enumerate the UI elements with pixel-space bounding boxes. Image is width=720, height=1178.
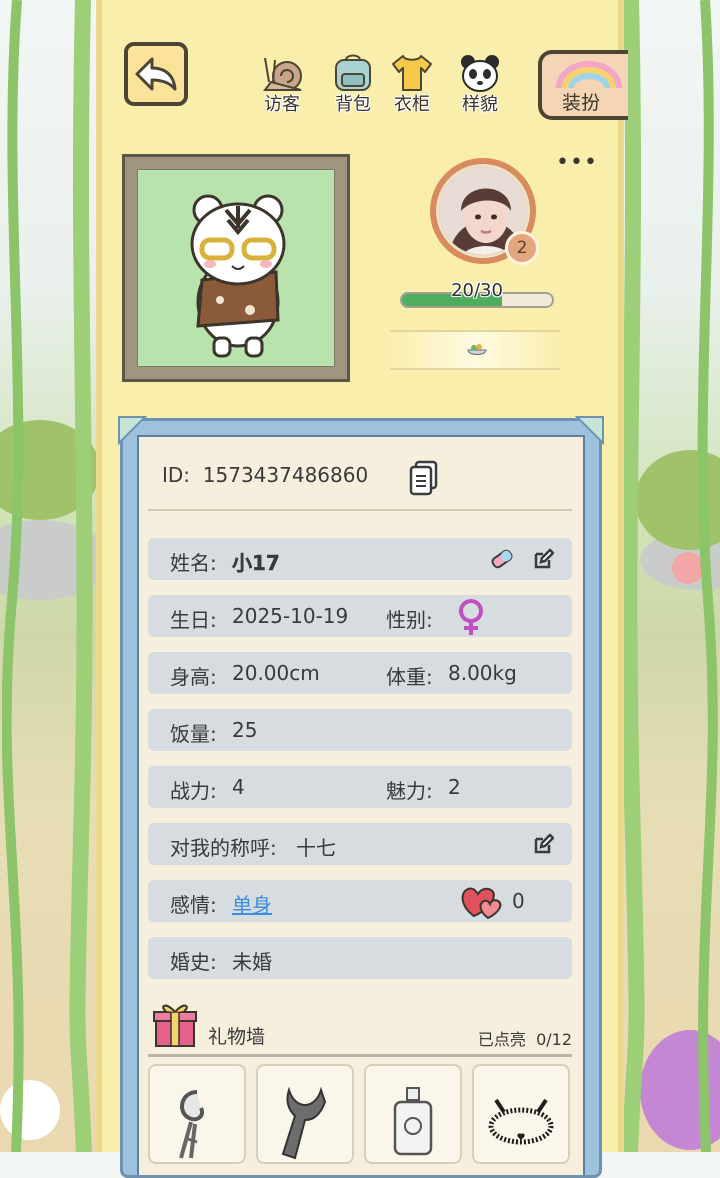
hearts-icon <box>461 887 502 920</box>
edit-icon[interactable] <box>532 833 554 855</box>
height-value: 20.00cm <box>232 661 320 685</box>
gift-slot[interactable] <box>148 1064 246 1164</box>
relationship-label: 感情: <box>170 893 217 917</box>
birthday-label: 生日: <box>170 608 217 632</box>
id-row: ID: 1573437486860 <box>162 463 368 487</box>
weight-label: 体重: <box>386 665 433 689</box>
gift-slot[interactable] <box>256 1064 354 1164</box>
female-icon <box>459 599 483 635</box>
hearts-count: 0 <box>512 889 525 913</box>
dress-up-label: 装扮 <box>562 92 601 114</box>
bracelet-icon <box>488 1098 554 1145</box>
panda-icon <box>461 55 499 92</box>
back-button[interactable] <box>124 42 188 106</box>
copy-icon[interactable] <box>408 460 438 496</box>
left-vine-inner <box>69 0 93 1152</box>
marriage-label: 婚史: <box>170 950 217 974</box>
right-vine <box>697 0 718 1152</box>
nav-appearance-label: 样貌 <box>462 94 498 115</box>
gift-wall-header: 礼物墙 已点亮 0/12 <box>148 1000 572 1056</box>
nav-wardrobe[interactable]: 衣柜 <box>382 52 442 116</box>
nav-appearance[interactable]: 样貌 <box>450 52 510 116</box>
gift-lit-count: 0/12 <box>536 1030 572 1049</box>
gift-wall-title: 礼物墙 <box>208 1026 266 1048</box>
scarf-icon <box>281 1086 327 1160</box>
more-options-button[interactable]: ••• <box>556 150 598 175</box>
nav-visitors-label: 访客 <box>264 94 300 115</box>
id-label: ID: <box>162 463 191 487</box>
gift-box-icon <box>153 1004 197 1047</box>
pet-portrait-frame <box>122 154 350 382</box>
combat-value: 4 <box>232 775 245 799</box>
relationship-row: 感情: 单身 0 <box>148 880 572 922</box>
backpack-icon <box>335 54 371 91</box>
birthday-value: 2025-10-19 <box>232 604 349 628</box>
gift-lit-label: 已点亮 <box>477 1030 526 1049</box>
name-label: 姓名: <box>170 551 217 575</box>
gender-label: 性别: <box>386 608 433 632</box>
nav-visitors[interactable]: 访客 <box>252 52 312 116</box>
divider <box>148 509 572 511</box>
height-weight-row: 身高: 20.00cm 体重: 8.00kg <box>148 652 572 694</box>
combat-charm-row: 战力: 4 魅力: 2 <box>148 766 572 808</box>
nickname-value: 十七 <box>296 836 336 860</box>
appetite-label: 饭量: <box>170 722 217 746</box>
level-badge: 2 <box>505 231 539 265</box>
snail-icon <box>263 57 302 91</box>
pet-portrait <box>137 169 335 367</box>
charm-value: 2 <box>448 775 461 799</box>
name-row: 姓名: 小17 <box>148 538 572 580</box>
stamina-text: 20/30 <box>451 280 503 301</box>
combat-label: 战力: <box>170 779 217 803</box>
gift-slot[interactable] <box>364 1064 462 1164</box>
appetite-value: 25 <box>232 718 258 742</box>
marriage-row: 婚史: 未婚 <box>148 937 572 979</box>
weight-value: 8.00kg <box>448 661 517 685</box>
back-arrow-icon <box>135 57 177 91</box>
card-corner-decoration <box>118 416 147 445</box>
nav-wardrobe-label: 衣柜 <box>394 94 430 115</box>
gift-slot[interactable] <box>472 1064 570 1164</box>
name-value: 小17 <box>232 551 280 575</box>
id-value: 1573437486860 <box>202 463 369 487</box>
gift-wall-count: 已点亮 0/12 <box>478 1026 572 1050</box>
bouquet-icon <box>179 1090 204 1159</box>
nav-backpack-label: 背包 <box>335 94 371 115</box>
nickname-row: 对我的称呼: 十七 <box>148 823 572 865</box>
height-label: 身高: <box>170 665 217 689</box>
card-corner-decoration <box>575 416 604 445</box>
edit-icon[interactable] <box>532 548 554 570</box>
divider <box>148 1054 572 1057</box>
appetite-row: 饭量: 25 <box>148 709 572 751</box>
relationship-link[interactable]: 单身 <box>232 889 272 918</box>
marriage-value: 未婚 <box>232 950 272 974</box>
charm-label: 魅力: <box>386 779 433 803</box>
tshirt-icon <box>392 55 432 91</box>
color-eraser-icon[interactable] <box>490 548 514 570</box>
perfume-icon <box>393 1087 433 1156</box>
nav-backpack[interactable]: 背包 <box>323 52 383 116</box>
left-vine <box>2 0 24 1152</box>
food-strip <box>390 330 560 370</box>
food-bowl-icon <box>467 344 487 355</box>
white-tiger-pet <box>190 194 286 358</box>
nickname-label: 对我的称呼: <box>170 836 277 860</box>
dress-up-button[interactable]: 装扮 <box>538 50 628 120</box>
birthday-gender-row: 生日: 2025-10-19 性别: <box>148 595 572 637</box>
